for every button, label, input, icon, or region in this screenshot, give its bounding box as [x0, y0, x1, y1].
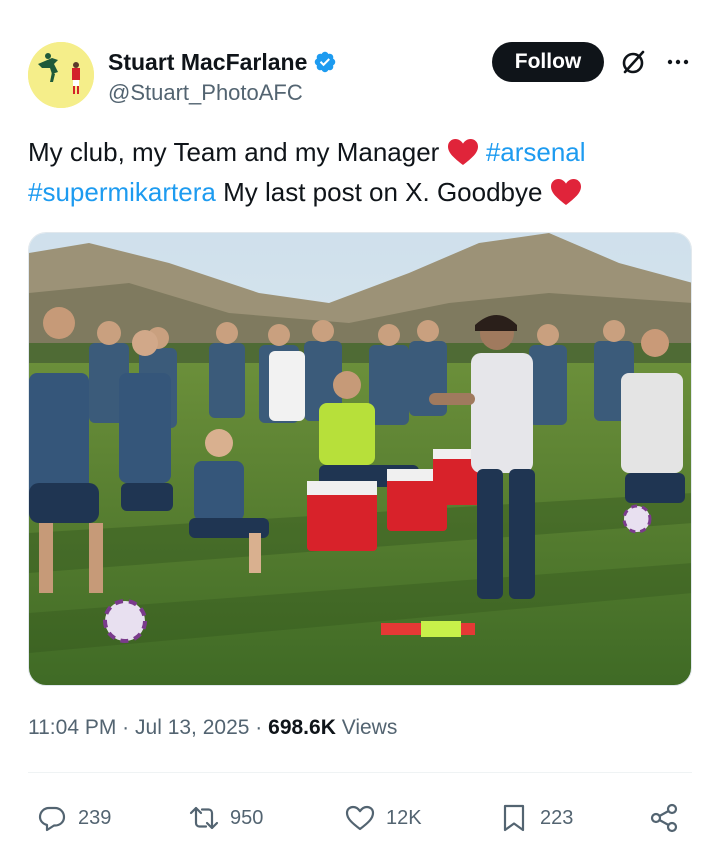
heart-outline-icon — [345, 805, 375, 831]
reply-bubble-icon — [38, 806, 66, 832]
tweet-meta: 11:04 PM · Jul 13, 2025 · 698.6K Views — [28, 716, 397, 740]
tweet-photo[interactable] — [28, 232, 692, 686]
bookmark-icon — [503, 804, 525, 832]
author-names: Stuart MacFarlane @Stuart_PhotoAFC — [108, 46, 337, 106]
tweet-time[interactable]: 11:04 PM — [28, 716, 116, 739]
author-display-name[interactable]: Stuart MacFarlane — [108, 49, 307, 76]
tweet-text-part1: My club, my Team and my Manager — [28, 137, 447, 167]
share-button[interactable] — [648, 796, 690, 840]
meta-separator: · — [122, 716, 130, 739]
tweet-text: My club, my Team and my Manager #arsenal… — [28, 132, 692, 212]
views-count: 698.6K — [268, 716, 336, 739]
verified-badge-icon — [313, 50, 337, 74]
repost-arrows-icon — [189, 806, 219, 830]
divider — [28, 772, 692, 773]
like-count: 12K — [386, 806, 422, 829]
hashtag-arsenal-link[interactable]: #arsenal — [486, 137, 586, 167]
hashtag-supermikartera-link[interactable]: #supermikartera — [28, 177, 216, 207]
red-heart-emoji-icon — [447, 137, 479, 165]
share-nodes-icon — [650, 803, 678, 833]
views-label: Views — [341, 716, 398, 739]
team-training-photo — [29, 233, 691, 685]
action-bar: 239 950 12K 223 — [28, 796, 692, 840]
tweet-header: Stuart MacFarlane @Stuart_PhotoAFC Follo… — [28, 42, 692, 110]
reply-button[interactable]: 239 — [36, 796, 111, 840]
tweet-text-part2: My last post on X. Goodbye — [215, 177, 550, 207]
tweet-date[interactable]: Jul 13, 2025 — [135, 716, 249, 739]
follow-button[interactable]: Follow — [492, 42, 604, 82]
grok-slash-circle-icon[interactable] — [620, 48, 648, 76]
meta-separator: · — [255, 716, 263, 739]
repost-count: 950 — [230, 806, 264, 829]
avatar[interactable] — [28, 42, 94, 108]
red-heart-emoji-icon — [550, 177, 582, 205]
author-handle[interactable]: @Stuart_PhotoAFC — [108, 80, 337, 106]
like-button[interactable]: 12K — [344, 796, 422, 840]
bookmark-count: 223 — [540, 806, 574, 829]
reply-count: 239 — [78, 806, 112, 829]
bookmark-button[interactable]: 223 — [498, 796, 573, 840]
more-dots-icon[interactable] — [664, 48, 692, 76]
repost-button[interactable]: 950 — [188, 796, 263, 840]
